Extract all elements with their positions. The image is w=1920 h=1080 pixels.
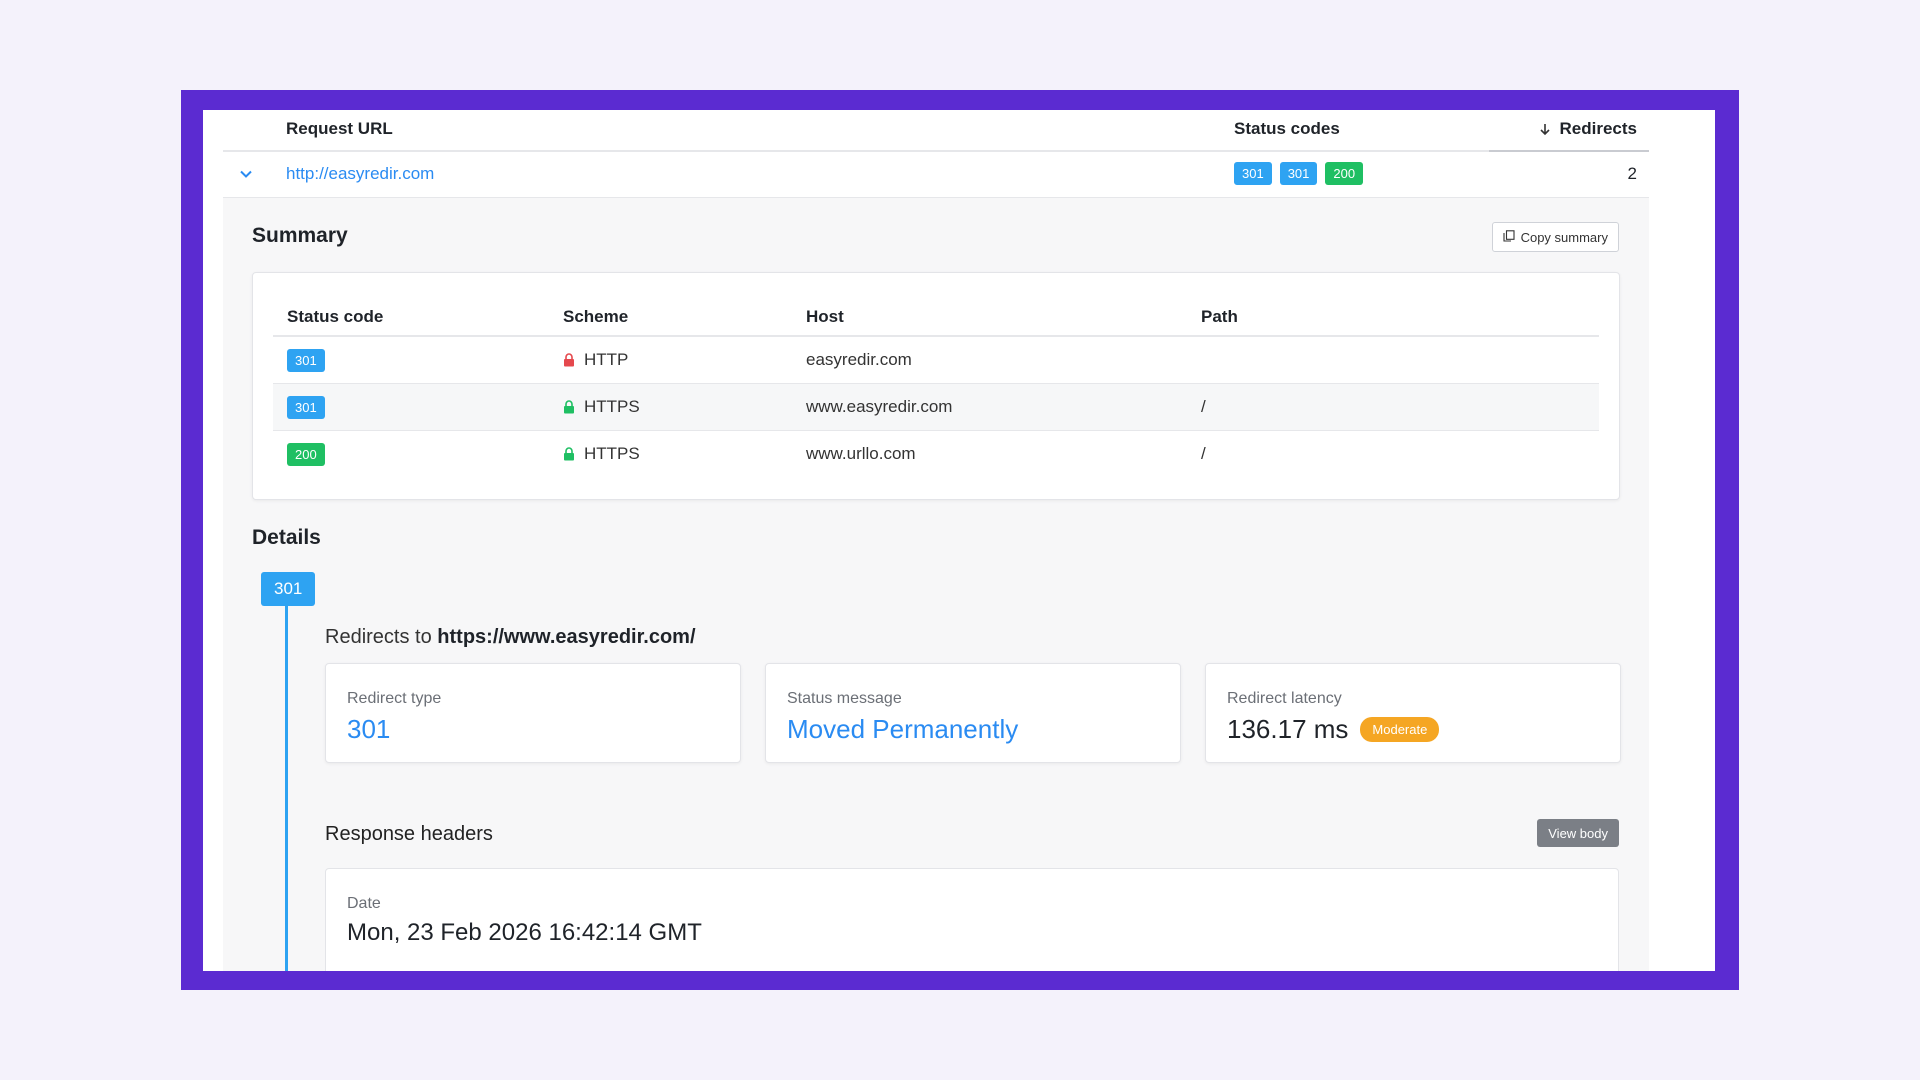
chevron-down-icon[interactable] (237, 165, 255, 183)
status-badge: 301 (1279, 162, 1318, 185)
copy-summary-button[interactable]: Copy summary (1491, 222, 1619, 252)
summary-table: Status code Scheme Host Path 301 HTTP ea… (273, 291, 1599, 477)
scheme-label: HTTPS (584, 444, 640, 463)
status-message-value: Moved Permanently (787, 714, 1019, 744)
expanded-details: Summary Copy summary Status code Scheme … (223, 198, 1649, 971)
column-redirects-label: Redirects (1559, 119, 1637, 138)
path-cell: / (1201, 397, 1206, 416)
lock-open-icon (563, 353, 575, 367)
redirect-type-value: 301 (347, 714, 391, 744)
redirects-to-text: Redirects to https://www.easyredir.com/ (325, 626, 696, 649)
scheme-cell: HTTP (563, 350, 628, 370)
latency-rating-badge: Moderate (1360, 717, 1440, 742)
status-badge: 301 (287, 349, 325, 372)
column-status-codes[interactable]: Status codes (1234, 119, 1340, 139)
redirect-latency-value: 136.17 ms (1227, 714, 1349, 744)
scheme-label: HTTP (584, 350, 629, 369)
path-cell: / (1201, 444, 1206, 463)
host-cell: www.urllo.com (806, 444, 916, 463)
details-title: Details (252, 526, 321, 549)
step-status-badge: 301 (261, 572, 316, 606)
scheme-cell: HTTPS (563, 444, 640, 464)
redirect-latency-card: Redirect latency 136.17 ms Moderate (1205, 663, 1621, 763)
summary-card: Status code Scheme Host Path 301 HTTP ea… (252, 272, 1620, 500)
redirect-results-panel: Request URL Status codes Redirects http:… (203, 110, 1715, 971)
latency-row: 136.17 ms Moderate (1227, 714, 1440, 745)
header-value: Mon, 23 Feb 2026 16:42:14 GMT (347, 919, 702, 946)
scheme-label: HTTPS (584, 397, 640, 416)
redirects-to-prefix: Redirects to (325, 626, 432, 648)
table-row: 301 HTTP easyredir.com (273, 337, 1599, 384)
table-row: 200 HTTPS www.urllo.com / (273, 431, 1599, 477)
redirect-latency-label: Redirect latency (1227, 690, 1342, 707)
results-table-header: Request URL Status codes Redirects (223, 110, 1649, 152)
status-badge: 301 (1234, 162, 1272, 185)
column-redirects[interactable]: Redirects (1538, 119, 1637, 139)
column-scheme: Scheme (563, 307, 629, 326)
timeline-line (285, 596, 288, 971)
lock-icon (563, 447, 575, 461)
host-cell: www.easyredir.com (806, 397, 953, 416)
column-status-code: Status code (287, 307, 384, 326)
view-body-button[interactable]: View body (1537, 819, 1619, 847)
header-name: Date (347, 895, 381, 912)
summary-table-header: Status code Scheme Host Path (273, 291, 1599, 337)
response-header-card: Date Mon, 23 Feb 2026 16:42:14 GMT (325, 868, 1619, 971)
status-message-card: Status message Moved Permanently (765, 663, 1181, 763)
scheme-cell: HTTPS (563, 397, 640, 417)
status-badge: 301 (287, 396, 325, 419)
status-codes-list: 301 301 200 (1234, 162, 1364, 185)
host-cell: easyredir.com (806, 350, 912, 369)
status-badge: 200 (287, 443, 325, 466)
redirect-count: 2 (1627, 164, 1637, 183)
request-url-link[interactable]: http://easyredir.com (286, 164, 434, 184)
sort-down-arrow-icon (1538, 122, 1552, 136)
redirect-type-label: Redirect type (347, 690, 442, 707)
redirect-type-card: Redirect type 301 (325, 663, 741, 763)
column-path: Path (1201, 307, 1238, 326)
status-badge: 200 (1325, 162, 1364, 185)
summary-title: Summary (252, 224, 348, 247)
copy-summary-label: Copy summary (1520, 229, 1608, 245)
column-host: Host (806, 307, 844, 326)
response-headers-title: Response headers (325, 823, 493, 845)
column-request-url[interactable]: Request URL (286, 119, 393, 139)
table-row: 301 HTTPS www.easyredir.com / (273, 384, 1599, 431)
copy-icon (1503, 229, 1515, 245)
table-row[interactable]: http://easyredir.com 301 301 200 2 (223, 152, 1649, 198)
redirects-to-url: https://www.easyredir.com/ (437, 626, 696, 648)
lock-icon (563, 400, 575, 414)
status-message-label: Status message (787, 690, 902, 707)
